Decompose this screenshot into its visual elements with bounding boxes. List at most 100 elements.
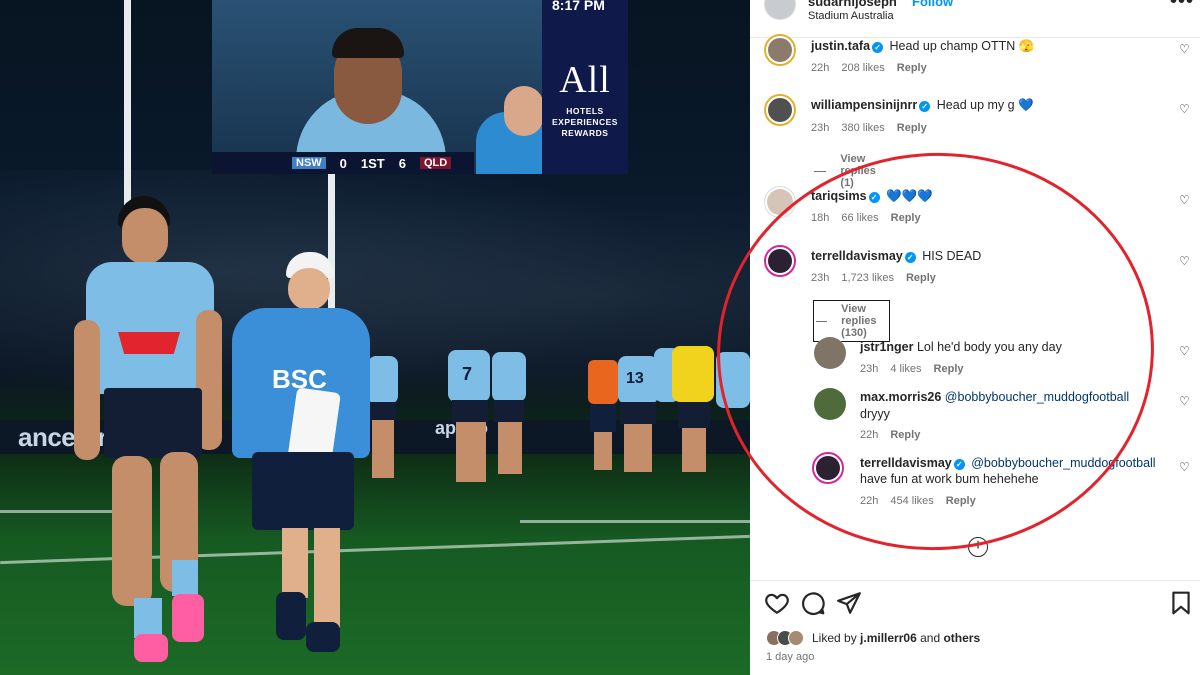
- comment-body: justin.tafa ✓ Head up champ OTTN 🫣: [811, 38, 1034, 54]
- comment-likes[interactable]: 454 likes: [890, 495, 933, 507]
- comment-likes[interactable]: 4 likes: [890, 363, 921, 375]
- comment-text: have fun at work bum hehehehe: [860, 472, 1039, 486]
- main-player-jersey: [86, 262, 214, 394]
- comment-body: williampensinijnrr ✓ Head up my g 💙: [811, 97, 1034, 113]
- scoreboard: NSW 0 1ST 6 QLD: [212, 152, 474, 174]
- background-player-legs: [594, 432, 612, 470]
- comment-like-heart-icon[interactable]: ♡: [1179, 344, 1190, 358]
- background-player-shorts: [678, 402, 710, 428]
- sponsor-stripe: [118, 332, 180, 354]
- background-player-legs: [498, 422, 522, 474]
- main-player-left-leg: [112, 456, 152, 606]
- comment-like-heart-icon[interactable]: ♡: [1179, 394, 1190, 408]
- comment-username[interactable]: justin.tafa: [811, 39, 870, 53]
- comment-meta: 22h Reply: [860, 429, 932, 441]
- view-replies-button[interactable]: View replies (1): [814, 153, 885, 189]
- post-time-ago[interactable]: 1 day ago: [766, 651, 814, 663]
- score1: 0: [339, 155, 347, 171]
- comment-like-heart-icon[interactable]: ♡: [1179, 254, 1190, 268]
- comment-mention[interactable]: @bobbyboucher_muddogfootball: [971, 456, 1155, 470]
- liked-by-avatars[interactable]: [766, 630, 804, 646]
- commenter-avatar[interactable]: [814, 337, 846, 369]
- liked-by-prefix: Liked by: [812, 631, 857, 645]
- field-line: [520, 520, 750, 523]
- orange-jersey-player: [588, 360, 618, 404]
- background-player-legs: [624, 424, 652, 472]
- load-more-comments-icon[interactable]: +: [968, 537, 988, 557]
- reply-button[interactable]: Reply: [891, 212, 921, 224]
- reply-button[interactable]: Reply: [934, 363, 964, 375]
- like-heart-icon[interactable]: [764, 590, 790, 616]
- background-player-legs: [456, 422, 486, 482]
- verified-badge-icon: ✓: [904, 252, 916, 263]
- verified-badge-icon: ✓: [919, 101, 931, 112]
- comment-body: jstr1nger Lol he'd body you any day: [860, 339, 1062, 355]
- comment-meta: 23h 380 likes Reply: [811, 122, 939, 134]
- reply-button[interactable]: Reply: [946, 495, 976, 507]
- commenter-avatar[interactable]: [764, 34, 796, 66]
- reply-button[interactable]: Reply: [890, 429, 920, 441]
- author-username[interactable]: sudarnijoseph: [808, 0, 897, 9]
- comment-username[interactable]: jstr1nger: [860, 340, 914, 354]
- reply-button[interactable]: Reply: [906, 272, 936, 284]
- background-player-legs: [682, 428, 706, 472]
- comment-likes[interactable]: 66 likes: [841, 212, 878, 224]
- liker-avatar: [788, 630, 804, 646]
- jersey-number-7: 7: [462, 364, 473, 384]
- comment-likes[interactable]: 380 likes: [841, 122, 884, 134]
- background-player-shorts: [370, 402, 396, 420]
- comment-like-heart-icon[interactable]: ♡: [1179, 102, 1190, 116]
- reply-button[interactable]: Reply: [897, 122, 927, 134]
- comment-username[interactable]: terrelldavismay: [860, 456, 952, 470]
- commenter-avatar[interactable]: [764, 94, 796, 126]
- background-player: [368, 356, 398, 404]
- comment-username[interactable]: tariqsims: [811, 189, 867, 203]
- comment-like-heart-icon[interactable]: ♡: [1179, 460, 1190, 474]
- comment-likes[interactable]: 1,723 likes: [841, 272, 894, 284]
- ad-logo: All: [559, 59, 611, 101]
- trainer-shorts: [252, 452, 354, 530]
- post-location[interactable]: Stadium Australia: [808, 10, 894, 22]
- post-header: sudarnijoseph Follow Stadium Australia •…: [750, 0, 1200, 38]
- comment-meta: 23h 4 likes Reply: [860, 363, 976, 375]
- comment-mention[interactable]: @bobbyboucher_muddogfootball: [945, 390, 1129, 404]
- comment-username[interactable]: terrelldavismay: [811, 249, 903, 263]
- comment-username[interactable]: max.morris26: [860, 390, 941, 404]
- commenter-avatar[interactable]: [764, 186, 796, 218]
- main-player-boot: [172, 594, 204, 642]
- team2: QLD: [419, 157, 452, 169]
- trainer-shoe: [306, 622, 340, 652]
- comment-like-heart-icon[interactable]: ♡: [1179, 42, 1190, 56]
- commenter-avatar[interactable]: [812, 452, 844, 484]
- replies-dash: [814, 170, 827, 172]
- follow-button[interactable]: Follow: [912, 0, 953, 9]
- liked-by-others[interactable]: others: [943, 631, 980, 645]
- comment-text: 💙💙💙: [886, 189, 933, 203]
- liked-by-user[interactable]: j.millerr06: [860, 631, 917, 645]
- main-player-shorts: [104, 388, 202, 458]
- period: 1ST: [360, 155, 385, 171]
- comment-likes[interactable]: 208 likes: [841, 62, 884, 74]
- author-avatar[interactable]: [764, 0, 796, 20]
- comment-text: Head up champ OTTN 🫣: [889, 39, 1035, 53]
- comment-body: tariqsims ✓ 💙💙💙: [811, 188, 933, 204]
- commenter-avatar[interactable]: [814, 388, 846, 420]
- post-photo: All HOTELS EXPERIENCES REWARDS 8:17 PM N…: [0, 0, 750, 675]
- main-player-sock: [172, 560, 198, 596]
- comment-time: 22h: [860, 495, 879, 507]
- save-bookmark-icon[interactable]: [1168, 590, 1194, 616]
- comment-username[interactable]: williampensinijnrr: [811, 98, 917, 112]
- commenter-avatar[interactable]: [764, 245, 796, 277]
- comment-bubble-icon[interactable]: [800, 590, 826, 616]
- more-options-icon[interactable]: •••: [1170, 0, 1194, 13]
- comment-meta: 22h 208 likes Reply: [811, 62, 939, 74]
- background-player: [492, 352, 526, 402]
- share-send-icon[interactable]: [836, 590, 862, 616]
- liked-by-and: and: [920, 631, 941, 645]
- view-replies-button[interactable]: View replies (130): [813, 300, 891, 342]
- comment-time: 22h: [811, 62, 830, 74]
- reply-button[interactable]: Reply: [897, 62, 927, 74]
- main-player-boot: [134, 634, 168, 662]
- comment-like-heart-icon[interactable]: ♡: [1179, 193, 1190, 207]
- main-player-sock: [134, 598, 162, 638]
